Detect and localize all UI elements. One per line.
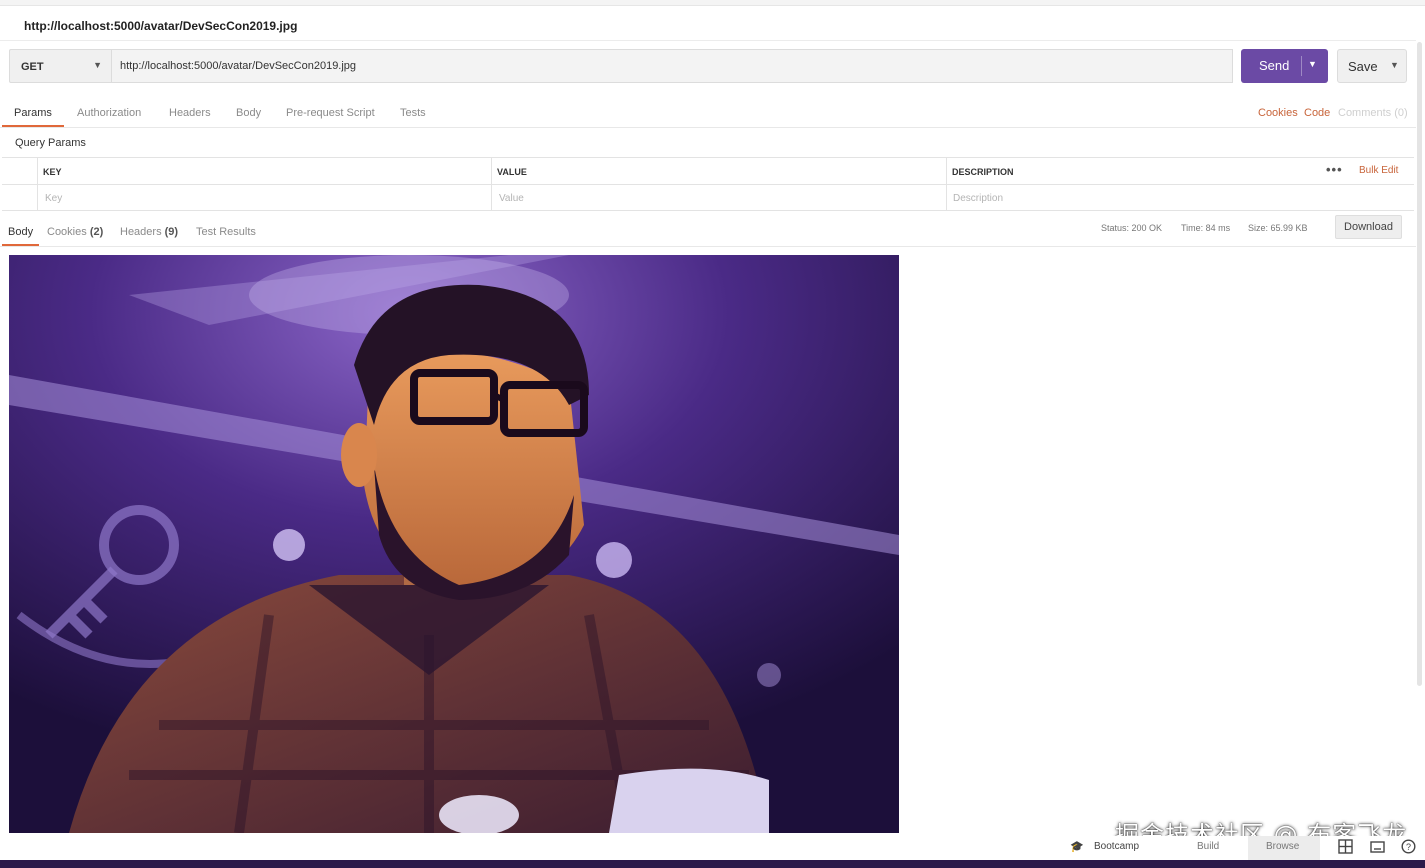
column-header-key: KEY: [43, 167, 62, 177]
table-header-row: KEY VALUE DESCRIPTION ••• Bulk Edit: [2, 158, 1414, 185]
headers-count: (9): [164, 226, 179, 238]
response-tab-body[interactable]: Body: [8, 226, 33, 238]
response-tab-headers[interactable]: Headers (9): [120, 226, 178, 238]
tab-body[interactable]: Body: [236, 107, 261, 119]
browse-link[interactable]: Browse: [1266, 841, 1299, 852]
more-options-icon[interactable]: •••: [1326, 162, 1343, 177]
send-separator: [1301, 56, 1302, 76]
time-text: Time: 84 ms: [1181, 223, 1231, 233]
send-label: Send: [1259, 58, 1290, 73]
bulk-edit-link[interactable]: Bulk Edit: [1359, 165, 1398, 176]
url-bar: GET ▼ http://localhost:5000/avatar/DevSe…: [9, 49, 1407, 83]
keyboard-icon[interactable]: [1370, 839, 1385, 854]
status-footer: 🎓 Bootcamp Build Browse ?: [0, 836, 1425, 860]
response-tab-cookies[interactable]: Cookies (2): [47, 226, 103, 238]
key-input[interactable]: Key: [45, 193, 62, 204]
query-params-title: Query Params: [15, 137, 86, 149]
tab-tests[interactable]: Tests: [400, 107, 426, 119]
tab-pre-request-script[interactable]: Pre-request Script: [286, 107, 375, 119]
response-tab-test-results[interactable]: Test Results: [196, 226, 256, 238]
method-label: GET: [21, 61, 44, 73]
bootcamp-link[interactable]: Bootcamp: [1094, 841, 1139, 852]
help-icon[interactable]: ?: [1401, 839, 1416, 854]
svg-text:?: ?: [1406, 842, 1411, 852]
value-input[interactable]: Value: [499, 193, 524, 204]
cookies-link[interactable]: Cookies: [1258, 107, 1298, 119]
status-text: Status: 200 OK: [1101, 223, 1163, 233]
response-bar: Body Cookies (2) Headers (9) Test Result…: [0, 215, 1416, 247]
code-link[interactable]: Code: [1304, 107, 1330, 119]
tab-params[interactable]: Params: [14, 107, 52, 119]
column-header-value: VALUE: [497, 167, 527, 177]
speaker-photo: [9, 255, 899, 833]
response-image: [9, 255, 899, 833]
column-header-description: DESCRIPTION: [952, 167, 1014, 177]
send-chevron-down-icon[interactable]: ▼: [1308, 59, 1317, 69]
build-link[interactable]: Build: [1197, 841, 1219, 852]
size-text: Size: 65.99 KB: [1248, 223, 1308, 233]
url-input[interactable]: http://localhost:5000/avatar/DevSecCon20…: [112, 49, 1233, 83]
table-row: Key Value Description: [2, 185, 1414, 211]
request-title: http://localhost:5000/avatar/DevSecCon20…: [24, 19, 298, 33]
query-params-table: KEY VALUE DESCRIPTION ••• Bulk Edit Key …: [2, 157, 1414, 211]
bottom-band: [0, 860, 1425, 868]
chevron-down-icon: ▼: [93, 60, 102, 70]
response-active-tab-indicator: [2, 244, 39, 246]
request-tabs: Params Authorization Headers Body Pre-re…: [0, 98, 1416, 128]
cookies-count: (2): [89, 226, 104, 238]
active-tab-indicator: [2, 125, 64, 127]
send-button[interactable]: Send ▼: [1241, 49, 1328, 83]
title-divider: [0, 40, 1416, 41]
two-pane-icon[interactable]: [1338, 839, 1353, 854]
comments-link[interactable]: Comments (0): [1338, 107, 1408, 119]
save-label: Save: [1348, 59, 1378, 74]
tab-authorization[interactable]: Authorization: [77, 107, 141, 119]
description-input[interactable]: Description: [953, 193, 1003, 204]
save-chevron-down-icon[interactable]: ▼: [1390, 60, 1399, 70]
method-select[interactable]: GET ▼: [9, 49, 112, 83]
response-tab-cookies-label: Cookies: [47, 226, 87, 238]
scrollbar[interactable]: [1417, 42, 1422, 686]
download-button[interactable]: Download: [1335, 215, 1402, 239]
window-top-strip: [0, 0, 1425, 6]
tab-headers[interactable]: Headers: [169, 107, 211, 119]
response-tab-headers-label: Headers: [120, 226, 162, 238]
save-button[interactable]: Save ▼: [1337, 49, 1407, 83]
bootcamp-icon[interactable]: 🎓: [1070, 840, 1084, 853]
